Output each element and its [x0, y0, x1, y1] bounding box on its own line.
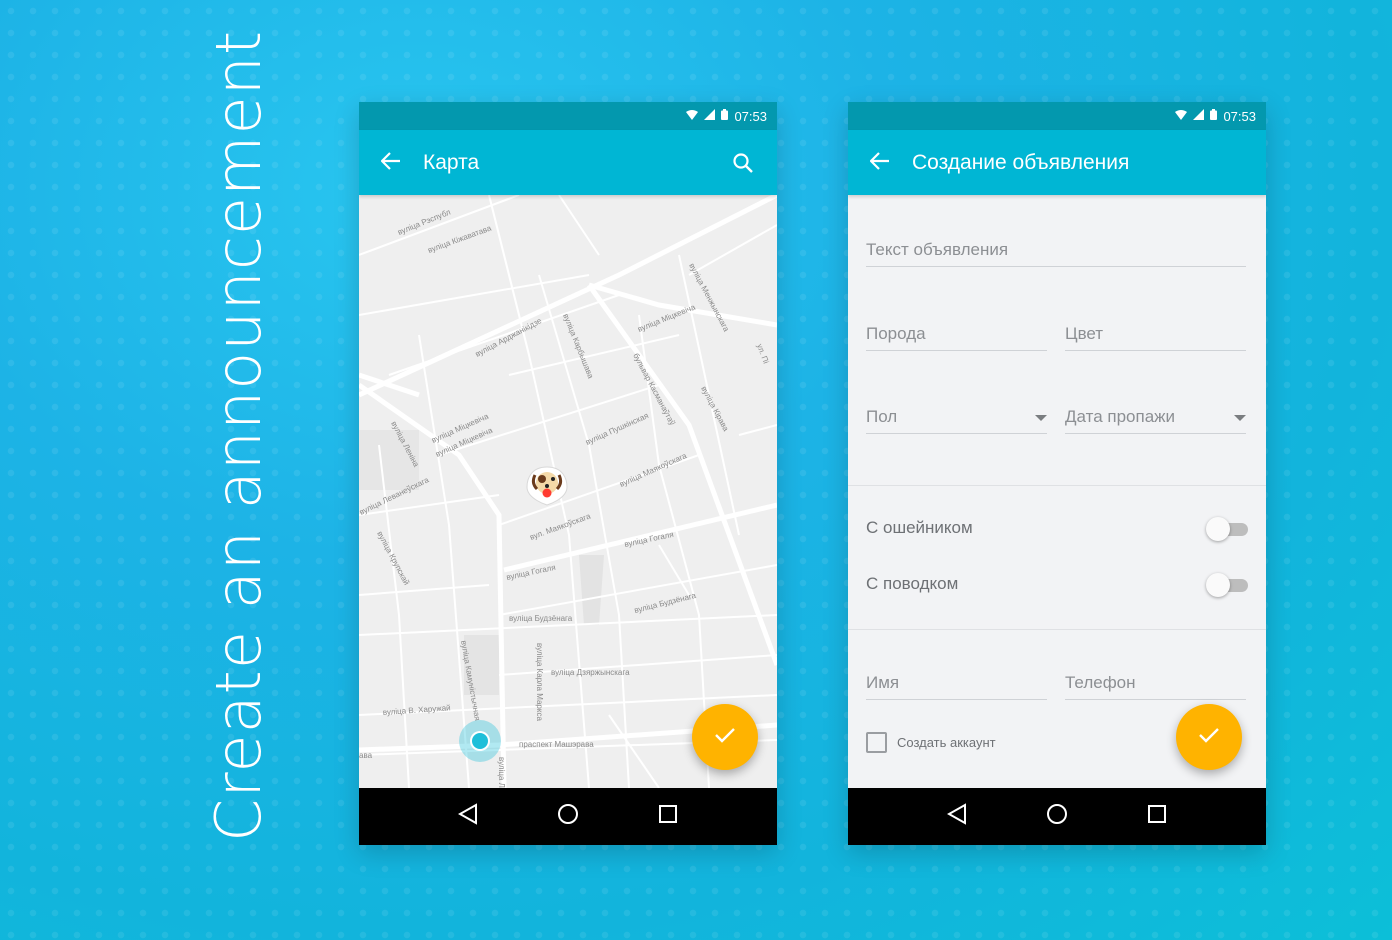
- create-account-row[interactable]: Создать аккаунт: [866, 732, 996, 753]
- map-screen: 07:53 Карта вуліца Рэспубл вуліца Кіжава…: [359, 102, 777, 845]
- back-nav-icon[interactable]: [947, 803, 967, 830]
- home-nav-icon[interactable]: [1046, 803, 1068, 830]
- section-divider: [848, 629, 1266, 630]
- lost-date-placeholder: Дата пропажи: [1065, 407, 1176, 426]
- system-nav-bar: [359, 788, 777, 845]
- create-announcement-screen: 07:53 Создание объявления Текст объявлен…: [848, 102, 1266, 845]
- announcement-form: Текст объявления Порода Цвет Пол Дата пр…: [848, 195, 1266, 788]
- lost-date-dropdown[interactable]: Дата пропажи: [1065, 400, 1246, 434]
- name-field[interactable]: Имя: [866, 666, 1047, 700]
- leash-toggle[interactable]: [1206, 573, 1248, 597]
- street-label: ава: [359, 751, 373, 760]
- home-nav-icon[interactable]: [557, 803, 579, 830]
- dropdown-arrow-icon: [1234, 415, 1246, 421]
- search-icon[interactable]: [709, 152, 777, 173]
- color-field[interactable]: Цвет: [1065, 317, 1246, 351]
- check-icon: [1198, 727, 1220, 748]
- signal-icon: [1193, 109, 1205, 123]
- arrow-back-icon[interactable]: [359, 151, 423, 175]
- arrow-back-icon[interactable]: [848, 151, 912, 175]
- create-account-label: Создать аккаунт: [897, 735, 996, 750]
- street-label: вуліца Будзёнага: [509, 614, 573, 623]
- status-bar: 07:53: [848, 102, 1266, 130]
- phone-field[interactable]: Телефон: [1065, 666, 1246, 700]
- street-label: праспект Машэрава: [519, 740, 594, 749]
- wifi-icon: [1175, 109, 1188, 123]
- street-label: вуліца Ле: [497, 757, 506, 788]
- my-location-dot: [459, 720, 501, 762]
- confirm-fab[interactable]: [692, 704, 758, 770]
- announcement-text-placeholder: Текст объявления: [866, 240, 1009, 259]
- color-placeholder: Цвет: [1065, 324, 1104, 343]
- sex-dropdown[interactable]: Пол: [866, 400, 1047, 434]
- collar-label: С ошейником: [866, 518, 973, 537]
- sex-placeholder: Пол: [866, 407, 898, 426]
- name-placeholder: Имя: [866, 673, 900, 692]
- status-time: 07:53: [1223, 108, 1256, 124]
- submit-fab[interactable]: [1176, 704, 1242, 770]
- page-title: Карта: [423, 150, 480, 174]
- signal-icon: [704, 109, 716, 123]
- back-nav-icon[interactable]: [458, 803, 478, 830]
- breed-placeholder: Порода: [866, 324, 926, 343]
- battery-icon: [1210, 109, 1218, 123]
- app-bar: Карта: [359, 130, 777, 195]
- leash-label: С поводком: [866, 574, 959, 593]
- dropdown-arrow-icon: [1035, 415, 1047, 421]
- street-label: вуліца Карла Маркса: [535, 643, 544, 721]
- side-title: Create an announcement: [202, 29, 275, 842]
- recents-nav-icon[interactable]: [1147, 804, 1167, 829]
- map-view[interactable]: вуліца Рэспубл вуліца Кіжаватава вуліца …: [359, 195, 777, 788]
- page-title: Создание объявления: [912, 150, 1130, 174]
- leash-row: С поводком: [866, 569, 1248, 599]
- recents-nav-icon[interactable]: [658, 804, 678, 829]
- create-account-checkbox[interactable]: [866, 732, 887, 753]
- system-nav-bar: [848, 788, 1266, 845]
- street-label: вуліца Дзяржынскага: [551, 668, 630, 677]
- phone-placeholder: Телефон: [1065, 673, 1136, 692]
- collar-row: С ошейником: [866, 513, 1248, 543]
- battery-icon: [721, 109, 729, 123]
- breed-field[interactable]: Порода: [866, 317, 1047, 351]
- app-bar: Создание объявления: [848, 130, 1266, 195]
- section-divider: [848, 485, 1266, 486]
- announcement-text-field[interactable]: Текст объявления: [866, 233, 1246, 267]
- collar-toggle[interactable]: [1206, 517, 1248, 541]
- wifi-icon: [686, 109, 699, 123]
- status-bar: 07:53: [359, 102, 777, 130]
- check-icon: [714, 727, 736, 748]
- status-time: 07:53: [734, 108, 767, 124]
